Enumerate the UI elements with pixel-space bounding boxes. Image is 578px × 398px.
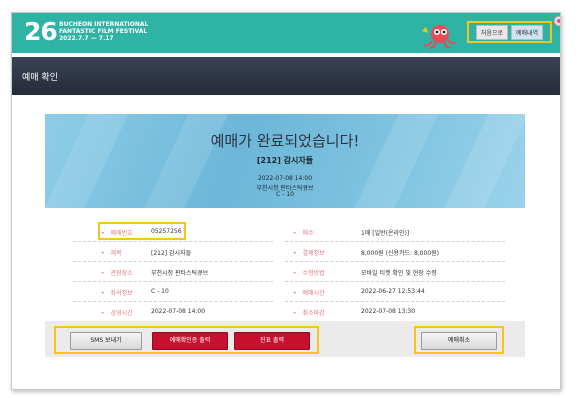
detail-value: 1매 [일반(온라인)] xyxy=(361,230,410,237)
page-title: 예매 확인 xyxy=(22,73,58,83)
confirmation-banner: 예매가 완료되었습니다! [212] 감시자들 2022-07-08 14:00… xyxy=(45,114,525,208)
detail-value: 2022-07-08 14:00 xyxy=(151,308,206,315)
detail-row: 수령방법 모바일 티켓 확인 및 현장 수령 xyxy=(285,262,505,282)
detail-label: 상영시간 xyxy=(101,308,133,317)
print-actions-group: SMS 보내기 예매확인증 출력 진표 출력 xyxy=(54,326,319,354)
detail-row: 매수 1매 [일반(온라인)] xyxy=(285,222,505,242)
settings-icon[interactable] xyxy=(553,15,561,27)
detail-label: 좌석정보 xyxy=(101,288,133,297)
screening-datetime: 2022-07-08 14:00 xyxy=(257,175,313,182)
detail-label: 취소마감 xyxy=(293,308,325,317)
action-bar: SMS 보내기 예매확인증 출력 진표 출력 예매취소 xyxy=(45,321,525,357)
detail-value: 8,000원 (신용카드: 8,000원) xyxy=(361,250,439,257)
festival-name-line: BUCHEON INTERNATIONAL xyxy=(59,21,149,28)
detail-row: 관람장소 부천시청 판타스틱큐브 xyxy=(73,262,273,282)
detail-label: 매수 xyxy=(293,228,314,237)
detail-row: 제목 [212] 감시자들 xyxy=(73,242,273,262)
sms-send-button[interactable]: SMS 보내기 xyxy=(70,332,142,350)
print-ticket-button[interactable]: 진표 출력 xyxy=(234,332,310,350)
detail-row: 예매번호 05257256 xyxy=(73,222,273,242)
detail-row: 취소마감 2022-07-08 13:30 xyxy=(285,302,505,322)
top-nav-group: 처음으로 예매내역 xyxy=(467,21,552,43)
confirmation-heading: 예매가 완료되었습니다! xyxy=(210,132,360,150)
detail-value: 2022-06-27 12:53:44 xyxy=(361,288,425,295)
home-button[interactable]: 처음으로 xyxy=(475,24,508,40)
detail-label: 예매시간 xyxy=(293,288,325,297)
detail-value: [212] 감시자들 xyxy=(151,250,192,257)
festival-name-line: FANTASTIC FILM FESTIVAL xyxy=(59,28,148,35)
print-confirmation-button[interactable]: 예매확인증 출력 xyxy=(152,332,228,350)
cancel-group: 예매취소 xyxy=(414,326,504,354)
booking-history-button[interactable]: 예매내역 xyxy=(511,24,544,40)
detail-label: 결제정보 xyxy=(293,248,325,257)
detail-value: 2022-07-08 13:30 xyxy=(361,308,416,315)
cancel-booking-button[interactable]: 예매취소 xyxy=(421,332,497,350)
detail-value: 모바일 티켓 확인 및 현장 수령 xyxy=(361,270,437,277)
detail-row: 상영시간 2022-07-08 14:00 xyxy=(73,302,273,322)
seat-number: C - 10 xyxy=(276,191,294,198)
detail-row: 결제정보 8,000원 (신용카드: 8,000원) xyxy=(285,242,505,262)
detail-value: 부천시청 판타스틱큐브 xyxy=(151,270,209,277)
festival-dates: 2022.7.7 — 7.17 xyxy=(59,35,114,42)
detail-value: C - 10 xyxy=(151,288,169,295)
detail-row: 좌석정보 C - 10 xyxy=(73,282,273,302)
page-header: 예매 확인 xyxy=(12,57,560,95)
detail-label: 예매번호 xyxy=(101,228,133,237)
festival-number: 26 xyxy=(24,17,58,46)
detail-label: 관람장소 xyxy=(101,268,133,277)
booking-details: 예매번호 05257256 제목 [212] 감시자들 관람장소 부천시청 판타… xyxy=(45,208,525,322)
detail-label: 수령방법 xyxy=(293,268,325,277)
festival-name: BUCHEON INTERNATIONAL FANTASTIC FILM FES… xyxy=(59,21,148,42)
detail-row: 예매시간 2022-06-27 12:53:44 xyxy=(285,282,505,302)
detail-label: 제목 xyxy=(101,248,122,257)
festival-header: 26 BUCHEON INTERNATIONAL FANTASTIC FILM … xyxy=(12,13,560,53)
booking-window: 26 BUCHEON INTERNATIONAL FANTASTIC FILM … xyxy=(11,12,561,390)
mascot-icon xyxy=(422,25,456,49)
booking-number-value: 05257256 xyxy=(151,228,182,235)
movie-title: [212] 감시자들 xyxy=(256,156,314,165)
